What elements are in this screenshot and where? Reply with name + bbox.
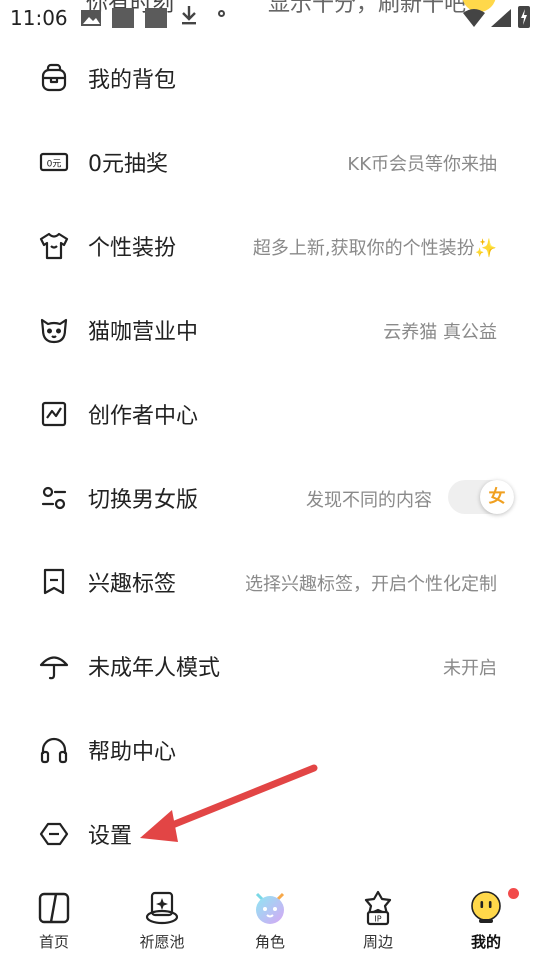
menu-item-help-center[interactable]: 帮助中心	[0, 708, 540, 792]
tab-label: 首页	[38, 933, 69, 951]
home-book-icon	[36, 890, 72, 926]
menu-item-hint: 云养猫 真公益	[383, 322, 497, 343]
menu-item-lottery[interactable]: 0元 0元抽奖 KK币会员等你来抽	[0, 120, 540, 204]
toggle-knob: 女	[480, 480, 514, 514]
menu-item-label: 0元抽奖	[88, 152, 168, 177]
menu-item-interest-tags[interactable]: 兴趣标签 选择兴趣标签，开启个性化定制	[0, 540, 540, 624]
gender-toggle[interactable]: 女	[448, 480, 514, 514]
menu-item-hint: KK币会员等你来抽	[347, 154, 497, 175]
tab-label: 周边	[362, 933, 393, 951]
app-notification-icon	[112, 8, 134, 28]
menu-item-label: 我的背包	[88, 68, 177, 93]
menu-item-backpack[interactable]: 我的背包	[0, 36, 540, 120]
chart-frame-icon	[38, 398, 70, 430]
character-icon	[252, 890, 288, 926]
tab-label: 我的	[470, 933, 501, 951]
tab-wishing-pool[interactable]: 祈愿池	[108, 880, 216, 960]
bottom-tab-bar: 首页 祈愿池 角色 IP 周边 我的	[0, 880, 540, 960]
menu-item-label: 切换男女版	[88, 488, 199, 513]
notification-overlay-text-right: 显示十分，刷新十吧	[268, 0, 467, 17]
status-time: 11:06	[10, 6, 68, 30]
app-notification-icon	[145, 8, 167, 28]
menu-item-label: 创作者中心	[88, 404, 199, 429]
cat-face-icon	[38, 314, 70, 346]
svg-text:0元: 0元	[47, 160, 62, 170]
menu-item-label: 未成年人模式	[88, 656, 221, 681]
tab-home[interactable]: 首页	[0, 880, 108, 960]
ip-merch-icon: IP	[360, 890, 396, 926]
my-face-icon	[468, 890, 504, 926]
menu-item-hint: 未开启	[443, 658, 497, 679]
headphones-icon	[38, 734, 70, 766]
switch-icon	[38, 482, 70, 514]
menu-item-hint: 选择兴趣标签，开启个性化定制	[245, 574, 497, 595]
menu-item-label: 兴趣标签	[88, 572, 177, 597]
status-bar: 你有时刻 显示十分，刷新十吧 11:06	[0, 0, 540, 36]
image-notification-icon	[80, 8, 102, 28]
settings-hexagon-icon	[38, 818, 70, 850]
menu-item-label: 个性装扮	[88, 236, 177, 261]
bookmark-icon	[38, 566, 70, 598]
menu-item-dressup[interactable]: 个性装扮 超多上新,获取你的个性装扮✨	[0, 204, 540, 288]
menu-item-hint: 超多上新,获取你的个性装扮✨	[252, 238, 497, 259]
menu-item-hint: 发现不同的内容	[306, 490, 432, 511]
svg-text:IP: IP	[374, 915, 381, 924]
wifi-icon	[462, 8, 486, 32]
tshirt-icon	[38, 230, 70, 262]
battery-icon	[518, 6, 530, 28]
menu-item-creator-center[interactable]: 创作者中心	[0, 372, 540, 456]
wishing-well-icon	[144, 890, 180, 926]
notification-badge	[508, 888, 519, 899]
menu-item-gender-switch[interactable]: 切换男女版 发现不同的内容 女	[0, 456, 540, 540]
menu-item-label: 猫咖营业中	[88, 320, 199, 345]
tab-character[interactable]: 角色	[216, 880, 324, 960]
zero-yuan-ticket-icon: 0元	[38, 146, 70, 178]
menu-item-label: 设置	[88, 824, 133, 849]
menu-item-cat-cafe[interactable]: 猫咖营业中 云养猫 真公益	[0, 288, 540, 372]
tab-mine[interactable]: 我的	[432, 880, 540, 960]
tab-label: 祈愿池	[139, 933, 185, 951]
notification-dot-icon	[218, 10, 225, 17]
download-icon	[180, 4, 198, 31]
signal-icon	[490, 8, 512, 32]
menu-item-settings[interactable]: 设置	[0, 792, 540, 876]
tab-label: 角色	[254, 933, 285, 951]
backpack-icon	[38, 62, 70, 94]
menu-item-minor-mode[interactable]: 未成年人模式 未开启	[0, 624, 540, 708]
umbrella-icon	[38, 650, 70, 682]
tab-merch[interactable]: IP 周边	[324, 880, 432, 960]
menu-item-label: 帮助中心	[88, 740, 177, 765]
